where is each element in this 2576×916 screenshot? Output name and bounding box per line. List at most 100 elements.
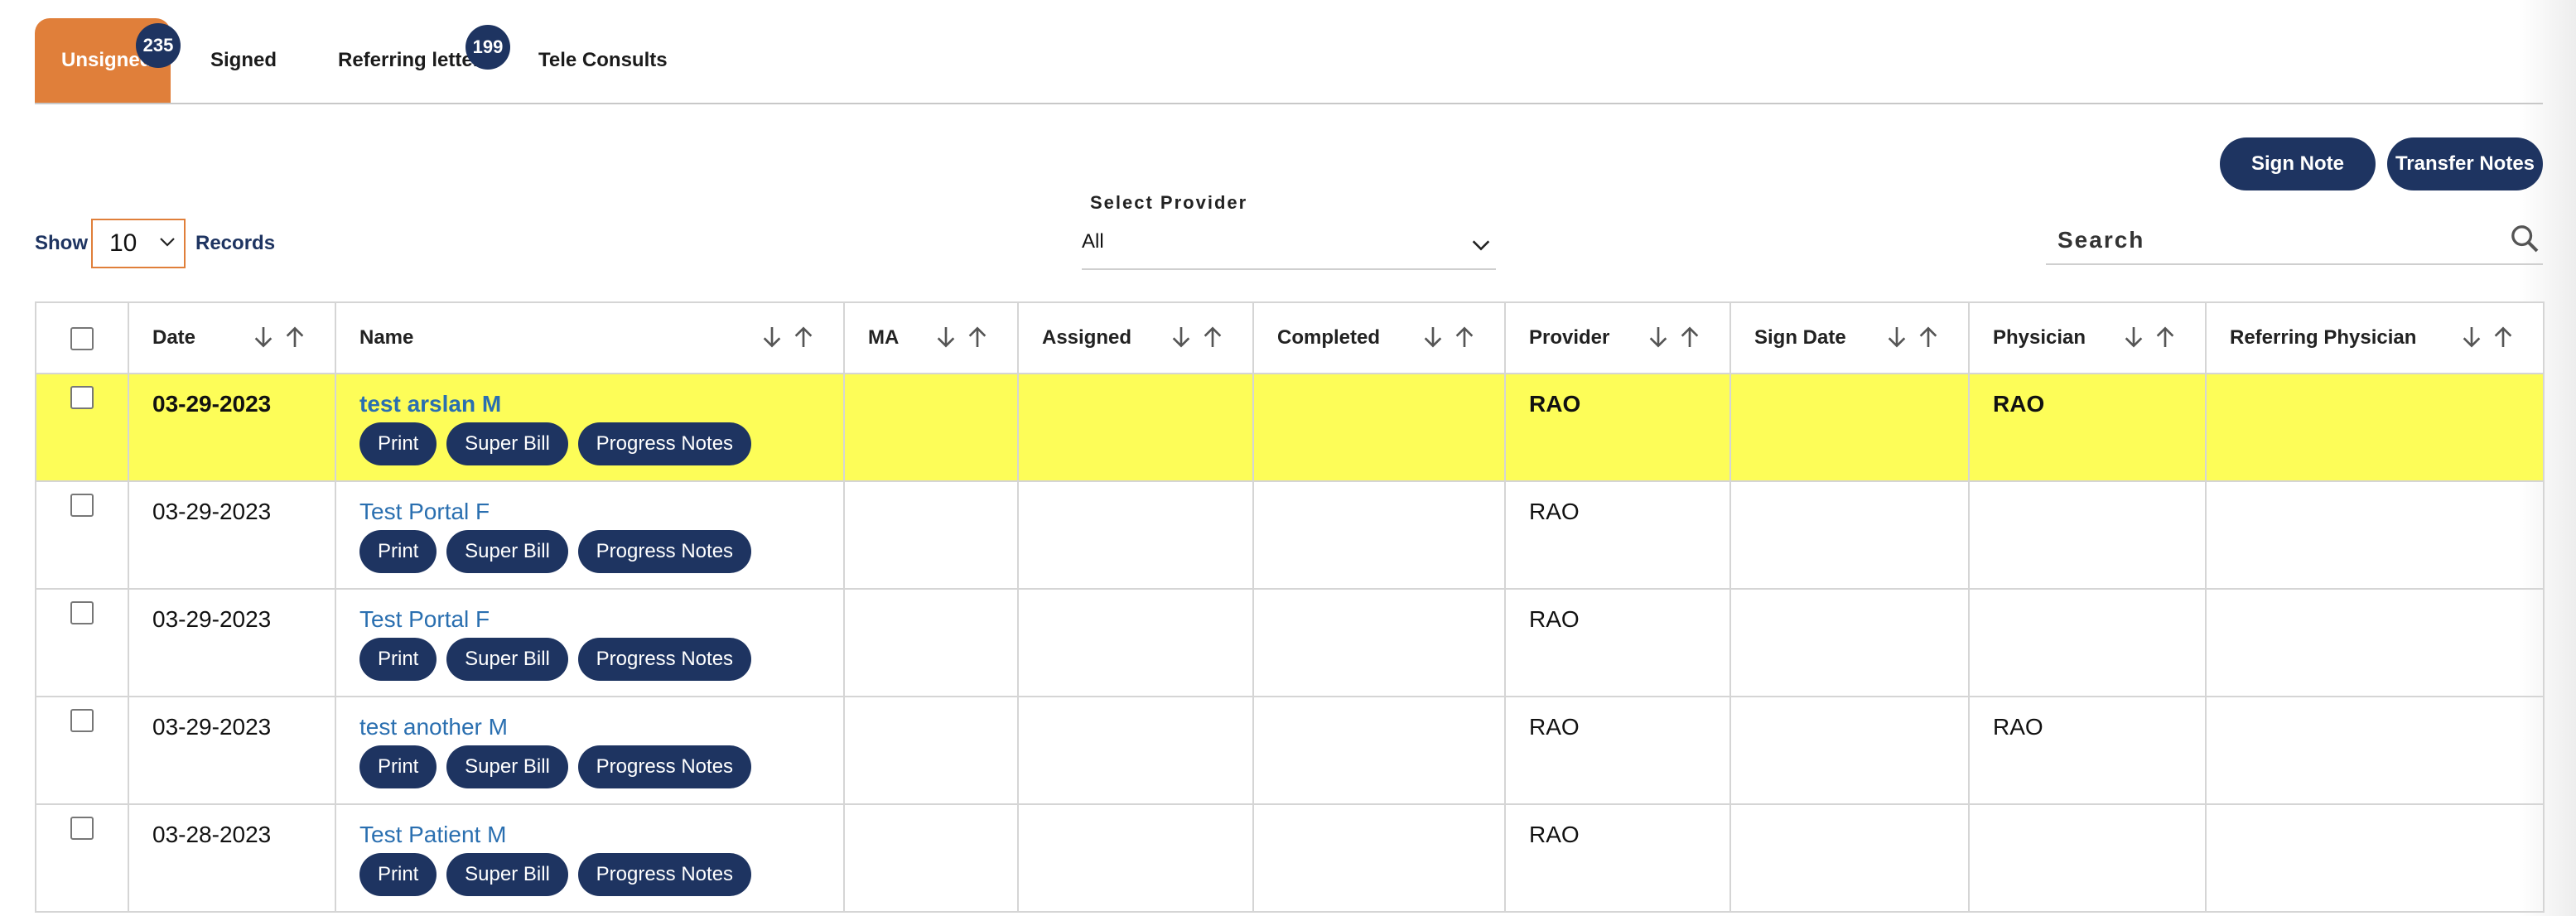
tab-referring-letter[interactable]: Referring letter: [338, 18, 480, 103]
super-bill-button[interactable]: Super Bill: [446, 422, 568, 465]
arrow-up-icon[interactable]: [1451, 323, 1478, 351]
cell-name: Test Portal F Print Super Bill Progress …: [335, 588, 845, 697]
row-select-cell: [35, 373, 129, 482]
arrow-up-icon[interactable]: [1199, 323, 1226, 351]
print-button[interactable]: Print: [359, 853, 437, 896]
cell-date: 03-29-2023: [128, 696, 336, 805]
super-bill-button[interactable]: Super Bill: [446, 853, 568, 896]
cell-sign-date: [1729, 696, 1970, 805]
col-physician[interactable]: Physician: [1968, 301, 2207, 374]
arrow-down-icon[interactable]: [1645, 323, 1672, 351]
progress-notes-button[interactable]: Progress Notes: [577, 422, 752, 465]
column-header-label: MA: [868, 326, 900, 349]
arrow-down-icon[interactable]: [1420, 323, 1446, 351]
cell-physician: [1968, 803, 2207, 913]
print-button[interactable]: Print: [359, 638, 437, 681]
chevron-down-icon: [1472, 240, 1490, 251]
table-row[interactable]: 03-29-2023 Test Portal F Print Super Bil…: [35, 588, 2545, 697]
cell-ma: [843, 480, 1019, 590]
patient-name-link[interactable]: Test Patient M: [359, 822, 843, 848]
tab-signed[interactable]: Signed: [210, 18, 277, 103]
print-button[interactable]: Print: [359, 422, 437, 465]
col-sign-date[interactable]: Sign Date: [1729, 301, 1970, 374]
row-actions: Print Super Bill Progress Notes: [359, 530, 843, 573]
row-actions: Print Super Bill Progress Notes: [359, 745, 843, 788]
print-button[interactable]: Print: [359, 530, 437, 573]
table-row[interactable]: 03-29-2023 test arslan M Print Super Bil…: [35, 373, 2545, 482]
col-assigned[interactable]: Assigned: [1017, 301, 1254, 374]
patient-name-link[interactable]: test another M: [359, 714, 843, 740]
cell-physician: RAO: [1968, 696, 2207, 805]
select-all-checkbox[interactable]: [70, 326, 94, 350]
search-input[interactable]: Search: [2046, 217, 2543, 265]
search-placeholder: Search: [2057, 227, 2145, 253]
progress-notes-button[interactable]: Progress Notes: [577, 638, 752, 681]
arrow-down-icon[interactable]: [1168, 323, 1194, 351]
column-header-label: Referring Physician: [2230, 326, 2417, 349]
patient-name-link[interactable]: Test Portal F: [359, 499, 843, 525]
notes-table: Date Name MA Assigned Completed Provider…: [35, 301, 2545, 913]
arrow-down-icon[interactable]: [1884, 323, 1910, 351]
patient-name-link[interactable]: test arslan M: [359, 391, 843, 417]
col-name[interactable]: Name: [335, 301, 845, 374]
arrow-down-icon[interactable]: [933, 323, 959, 351]
cell-date: 03-29-2023: [128, 588, 336, 697]
column-header-label: Physician: [1993, 326, 2086, 349]
table-row[interactable]: 03-29-2023 Test Portal F Print Super Bil…: [35, 480, 2545, 590]
provider-select-value: All: [1082, 230, 1104, 253]
provider-select[interactable]: All: [1082, 222, 1496, 270]
progress-notes-button[interactable]: Progress Notes: [577, 530, 752, 573]
sort-controls: [245, 323, 308, 353]
arrow-down-icon[interactable]: [2120, 323, 2147, 351]
row-checkbox[interactable]: [70, 601, 94, 624]
search-icon[interactable]: [2508, 222, 2541, 255]
arrow-up-icon[interactable]: [2152, 323, 2178, 351]
arrow-down-icon[interactable]: [759, 323, 785, 351]
print-button[interactable]: Print: [359, 745, 437, 788]
table-row[interactable]: 03-28-2023 Test Patient M Print Super Bi…: [35, 803, 2545, 913]
col-date[interactable]: Date: [128, 301, 336, 374]
col-referring-physician[interactable]: Referring Physician: [2205, 301, 2545, 374]
cell-name: Test Patient M Print Super Bill Progress…: [335, 803, 845, 913]
row-checkbox[interactable]: [70, 386, 94, 409]
col-completed[interactable]: Completed: [1252, 301, 1506, 374]
sort-controls: [754, 323, 817, 353]
progress-notes-button[interactable]: Progress Notes: [577, 745, 752, 788]
cell-assigned: [1017, 588, 1254, 697]
super-bill-button[interactable]: Super Bill: [446, 530, 568, 573]
tab-unsigned-count-badge: 235: [136, 23, 181, 68]
tab-tele-consults[interactable]: Tele Consults: [538, 18, 668, 103]
arrow-up-icon[interactable]: [964, 323, 991, 351]
super-bill-button[interactable]: Super Bill: [446, 745, 568, 788]
cell-date: 03-28-2023: [128, 803, 336, 913]
cell-assigned: [1017, 803, 1254, 913]
table-row[interactable]: 03-29-2023 test another M Print Super Bi…: [35, 696, 2545, 805]
arrow-up-icon[interactable]: [790, 323, 817, 351]
arrow-down-icon[interactable]: [2458, 323, 2485, 351]
cell-provider: RAO: [1504, 373, 1731, 482]
super-bill-button[interactable]: Super Bill: [446, 638, 568, 681]
arrow-up-icon[interactable]: [2490, 323, 2516, 351]
arrow-up-icon[interactable]: [1676, 323, 1703, 351]
arrow-up-icon[interactable]: [282, 323, 308, 351]
row-checkbox[interactable]: [70, 817, 94, 840]
cell-completed: [1252, 588, 1506, 697]
notes-tabs: Unsigned 235 Signed Referring letter 199…: [35, 18, 2543, 104]
col-provider[interactable]: Provider: [1504, 301, 1731, 374]
select-all-cell: [35, 301, 129, 374]
cell-completed: [1252, 480, 1506, 590]
row-checkbox[interactable]: [70, 494, 94, 517]
progress-notes-button[interactable]: Progress Notes: [577, 853, 752, 896]
transfer-notes-button[interactable]: Transfer Notes: [2387, 137, 2543, 190]
tab-referring-letter-count-badge: 199: [466, 25, 510, 70]
sort-controls: [928, 323, 991, 353]
cell-sign-date: [1729, 373, 1970, 482]
row-checkbox[interactable]: [70, 709, 94, 732]
col-ma[interactable]: MA: [843, 301, 1019, 374]
patient-name-link[interactable]: Test Portal F: [359, 606, 843, 633]
sort-controls: [1640, 323, 1703, 353]
page-size-select[interactable]: 10: [91, 219, 186, 268]
sign-note-button[interactable]: Sign Note: [2220, 137, 2376, 190]
arrow-down-icon[interactable]: [250, 323, 277, 351]
arrow-up-icon[interactable]: [1915, 323, 1942, 351]
